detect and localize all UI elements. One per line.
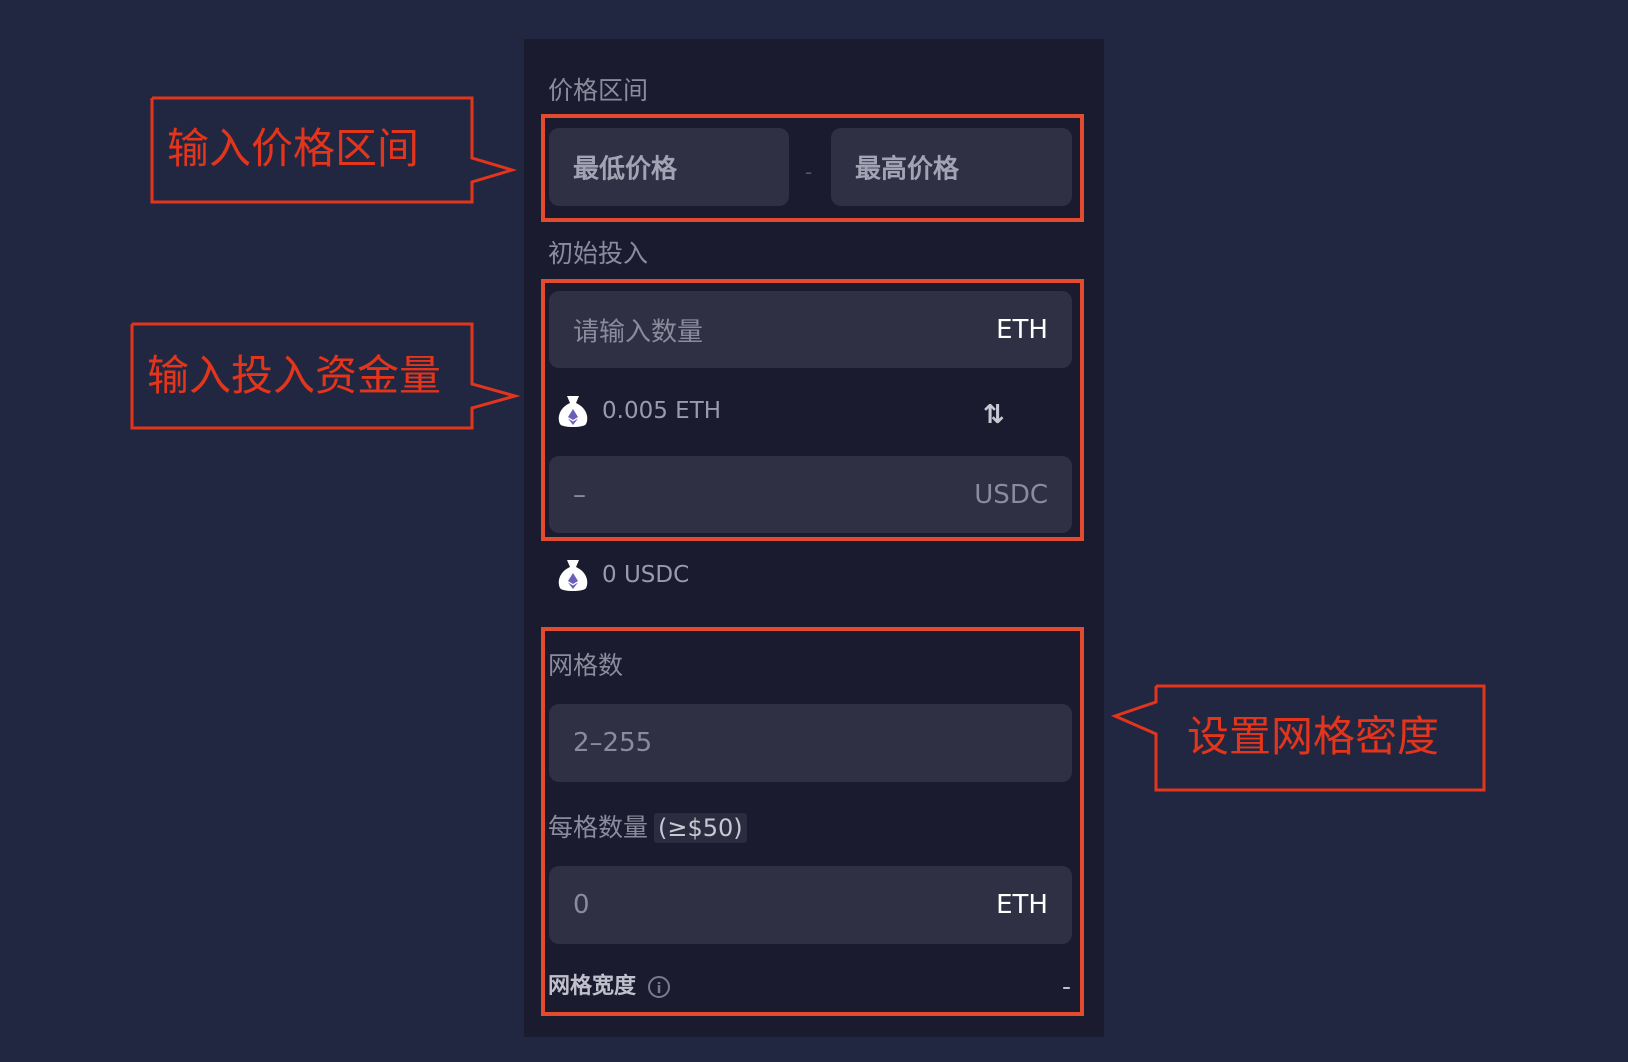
money-bag-icon [556, 556, 590, 594]
callout-price-range-text: 输入价格区间 [167, 124, 420, 173]
price-range-label: 价格区间 [548, 76, 649, 105]
callout-investment-text: 输入投入资金量 [147, 351, 442, 400]
usdc-balance: 0 USDC [556, 556, 689, 594]
callout-price-range: 输入价格区间 [150, 96, 518, 204]
usdc-balance-value: 0 USDC [602, 562, 690, 588]
price-range-highlight [541, 114, 1084, 222]
grid-density-highlight [541, 627, 1084, 1016]
callout-grid-density-text: 设置网格密度 [1187, 712, 1440, 761]
initial-investment-label: 初始投入 [548, 239, 649, 268]
callout-grid-density: 设置网格密度 [1110, 684, 1486, 792]
callout-investment: 输入投入资金量 [130, 322, 521, 430]
investment-highlight [541, 279, 1084, 541]
